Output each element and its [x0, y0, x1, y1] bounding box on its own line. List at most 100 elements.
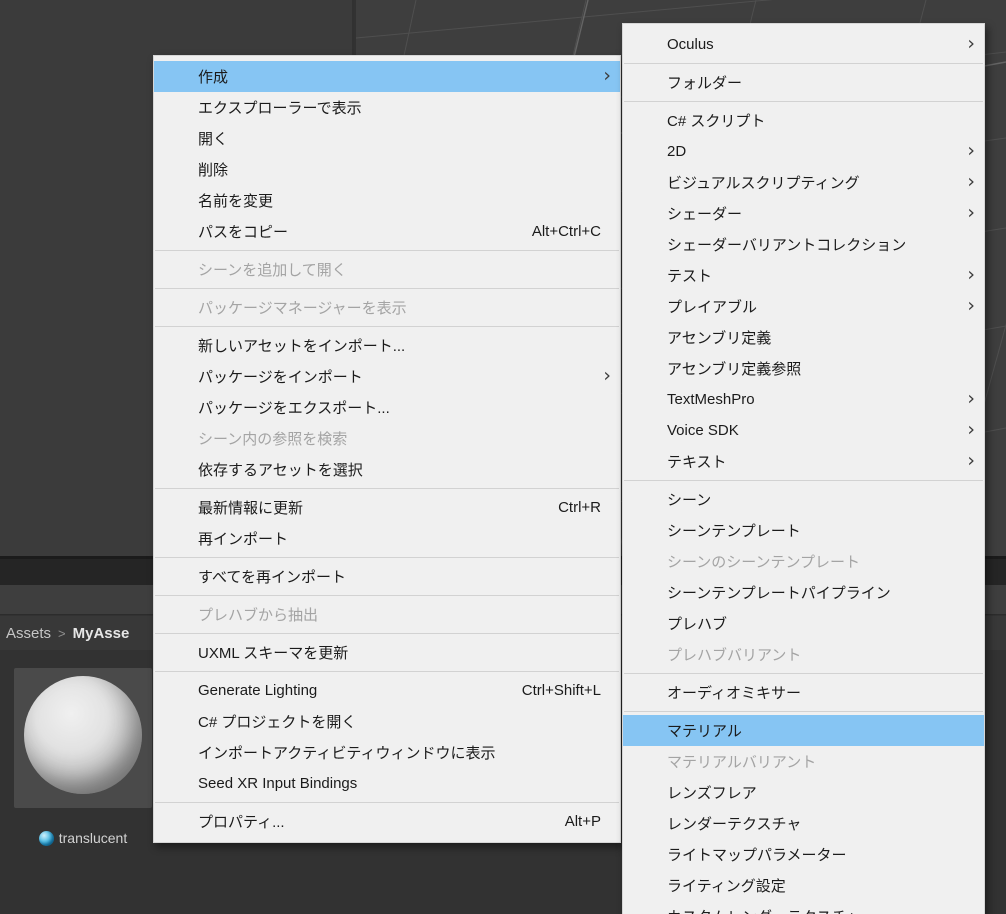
menu-item[interactable]: 作成 › — [154, 61, 620, 92]
menu-item[interactable]: 削除 — [154, 154, 620, 185]
menu-item-label: シェーダー — [667, 206, 743, 223]
menu-item[interactable]: UXML スキーマを更新 — [154, 637, 620, 668]
menu-item[interactable]: マテリアル — [623, 715, 984, 746]
submenu-arrow-icon: › — [603, 64, 611, 87]
menu-item-label: フォルダー — [667, 75, 743, 92]
menu-item-label: シーンテンプレート — [667, 523, 801, 540]
menu-item[interactable]: 2D › — [623, 136, 984, 167]
menu-item[interactable]: Generate Lighting Ctrl+Shift+L — [154, 675, 620, 706]
menu-item-label: カスタムレンダーテクスチャ — [667, 906, 861, 914]
menu-item[interactable]: 最新情報に更新 Ctrl+R — [154, 492, 620, 523]
submenu-arrow-icon: › — [967, 139, 975, 162]
menu-item[interactable]: Voice SDK › — [623, 415, 984, 446]
menu-item[interactable]: C# スクリプト — [623, 105, 984, 136]
breadcrumb-separator-icon: > — [58, 625, 66, 641]
asset-label[interactable]: translucent — [14, 830, 152, 846]
menu-separator — [155, 671, 619, 672]
menu-item-label: レンズフレア — [667, 785, 757, 802]
menu-item[interactable]: ビジュアルスクリプティング › — [623, 167, 984, 198]
menu-item-label: テスト — [667, 268, 713, 285]
menu-item[interactable]: Oculus › — [623, 29, 984, 60]
menu-item-label: シーンのシーンテンプレート — [667, 554, 861, 571]
menu-item-label: 削除 — [198, 162, 229, 179]
menu-item[interactable]: テスト › — [623, 260, 984, 291]
menu-item[interactable]: ライティング設定 — [623, 870, 984, 901]
menu-item-label: インポートアクティビティウィンドウに表示 — [198, 745, 496, 762]
menu-item[interactable]: 名前を変更 — [154, 185, 620, 216]
asset-thumbnail[interactable]: translucent — [14, 668, 152, 846]
menu-item-label: プレハブバリアント — [667, 647, 802, 664]
menu-item-label: 作成 — [198, 69, 229, 86]
menu-separator — [155, 250, 619, 251]
submenu-arrow-icon: › — [967, 201, 975, 224]
menu-item[interactable]: C# プロジェクトを開く — [154, 706, 620, 737]
menu-item-label: プレハブ — [667, 616, 728, 633]
menu-item[interactable]: シーンテンプレート — [623, 515, 984, 546]
menu-item[interactable]: 開く — [154, 123, 620, 154]
menu-item[interactable]: Seed XR Input Bindings — [154, 768, 620, 799]
menu-item: プレハブから抽出 — [154, 599, 620, 630]
menu-item[interactable]: アセンブリ定義参照 — [623, 353, 984, 384]
menu-item[interactable]: レンズフレア — [623, 777, 984, 808]
menu-item[interactable]: インポートアクティビティウィンドウに表示 — [154, 737, 620, 768]
menu-item-label: アセンブリ定義参照 — [667, 361, 802, 378]
menu-item-label: Voice SDK — [667, 422, 739, 439]
menu-separator — [624, 673, 983, 674]
menu-shortcut: Ctrl+Shift+L — [521, 682, 601, 699]
menu-item-label: UXML スキーマを更新 — [198, 645, 349, 662]
menu-item[interactable]: オーディオミキサー — [623, 677, 984, 708]
breadcrumb-current[interactable]: MyAsse — [73, 625, 130, 642]
menu-item: プレハブバリアント — [623, 639, 984, 670]
menu-item[interactable]: シェーダーバリアントコレクション — [623, 229, 984, 260]
menu-item-label: Oculus — [667, 36, 714, 53]
menu-item: シーンを追加して開く — [154, 254, 620, 285]
menu-item-label: シェーダーバリアントコレクション — [667, 237, 907, 254]
menu-separator — [155, 488, 619, 489]
menu-item[interactable]: フォルダー — [623, 67, 984, 98]
menu-item: パッケージマネージャーを表示 — [154, 292, 620, 323]
menu-item-label: アセンブリ定義 — [667, 330, 772, 347]
menu-item-label: 2D — [667, 143, 687, 160]
menu-item: マテリアルバリアント — [623, 746, 984, 777]
menu-item-label: ライティング設定 — [667, 878, 786, 895]
menu-item[interactable]: シーン — [623, 484, 984, 515]
menu-item[interactable]: テキスト › — [623, 446, 984, 477]
breadcrumb-root[interactable]: Assets — [6, 625, 51, 642]
menu-item[interactable]: 新しいアセットをインポート... — [154, 330, 620, 361]
menu-separator — [624, 711, 983, 712]
menu-item-label: ビジュアルスクリプティング — [667, 175, 860, 192]
submenu-arrow-icon: › — [967, 418, 975, 441]
menu-item[interactable]: レンダーテクスチャ — [623, 808, 984, 839]
menu-item-label: シーン内の参照を検索 — [198, 431, 348, 448]
menu-item-label: C# プロジェクトを開く — [198, 714, 357, 731]
menu-item-label: テキスト — [667, 454, 727, 471]
menu-item[interactable]: 依存するアセットを選択 — [154, 454, 620, 485]
menu-item[interactable]: TextMeshPro › — [623, 384, 984, 415]
material-icon — [38, 830, 54, 846]
menu-shortcut: Alt+P — [564, 813, 601, 830]
menu-item[interactable]: すべてを再インポート — [154, 561, 620, 592]
menu-item[interactable]: 再インポート — [154, 523, 620, 554]
create-submenu: Oculus › フォルダー C# スクリプト 2D › ビジュアルスクリプティング › シェー… — [622, 23, 985, 914]
menu-item[interactable]: プレハブ — [623, 608, 984, 639]
menu-item-label: 新しいアセットをインポート... — [198, 338, 406, 355]
menu-item[interactable]: ライトマップパラメーター — [623, 839, 984, 870]
menu-item-label: シーンテンプレートパイプライン — [667, 585, 891, 602]
menu-item[interactable]: パスをコピー Alt+Ctrl+C — [154, 216, 620, 247]
menu-item-label: 開く — [198, 131, 229, 148]
menu-item[interactable]: エクスプローラーで表示 — [154, 92, 620, 123]
menu-item[interactable]: アセンブリ定義 — [623, 322, 984, 353]
menu-item-label: 依存するアセットを選択 — [198, 462, 363, 479]
submenu-arrow-icon: › — [967, 263, 975, 286]
menu-item[interactable]: シーンテンプレートパイプライン — [623, 577, 984, 608]
menu-item[interactable]: パッケージをエクスポート... — [154, 392, 620, 423]
menu-shortcut: Alt+Ctrl+C — [531, 223, 601, 240]
menu-item-label: ライトマップパラメーター — [667, 847, 847, 864]
menu-item-label: パッケージをインポート — [198, 369, 363, 386]
menu-separator — [155, 557, 619, 558]
menu-item[interactable]: プレイアブル › — [623, 291, 984, 322]
menu-item[interactable]: カスタムレンダーテクスチャ — [623, 901, 984, 914]
menu-item[interactable]: シェーダー › — [623, 198, 984, 229]
menu-item[interactable]: プロパティ... Alt+P — [154, 806, 620, 837]
menu-item[interactable]: パッケージをインポート › — [154, 361, 620, 392]
